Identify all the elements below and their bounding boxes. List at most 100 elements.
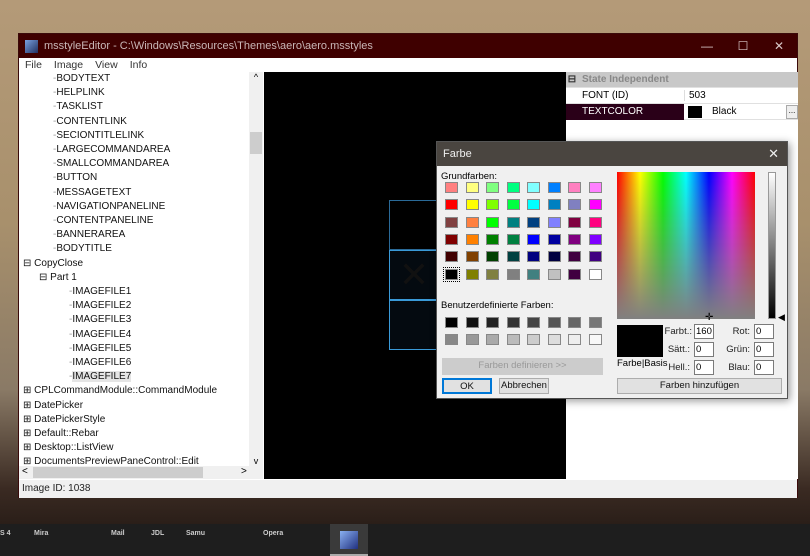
- basic-color-swatch[interactable]: [486, 182, 499, 193]
- basic-color-swatch[interactable]: [486, 199, 499, 211]
- tree-item[interactable]: -LARGECOMMANDAREA: [53, 143, 170, 157]
- taskbar-item[interactable]: Mira: [34, 530, 48, 537]
- basic-color-swatch[interactable]: [527, 251, 540, 263]
- green-field[interactable]: 0: [754, 342, 774, 357]
- tree-item[interactable]: -CONTENTPANELINE: [53, 214, 153, 228]
- basic-color-swatch[interactable]: [568, 233, 581, 245]
- scroll-up-icon[interactable]: ^: [249, 72, 263, 82]
- basic-color-swatch[interactable]: [486, 251, 499, 263]
- custom-color-swatch[interactable]: [547, 317, 561, 328]
- tree-item[interactable]: ⊞ DatePicker: [23, 399, 83, 413]
- basic-color-swatch[interactable]: [506, 199, 520, 211]
- tree-item[interactable]: ⊞ Default::Rebar: [23, 427, 99, 441]
- basic-color-swatch[interactable]: [506, 251, 520, 263]
- taskbar-item[interactable]: Opera: [263, 530, 283, 537]
- basic-color-swatch[interactable]: [568, 268, 581, 280]
- basic-color-swatch[interactable]: [527, 182, 540, 193]
- scroll-left-icon[interactable]: <: [22, 466, 28, 477]
- taskbar-msstyleeditor[interactable]: [330, 524, 368, 556]
- tree-item[interactable]: -NAVIGATIONPANELINE: [53, 200, 165, 214]
- expand-icon[interactable]: ⊟: [39, 272, 50, 283]
- basic-color-swatch[interactable]: [465, 216, 479, 228]
- tree-item[interactable]: -IMAGEFILE2: [69, 299, 131, 313]
- basic-color-swatch[interactable]: [445, 233, 458, 245]
- tree-item[interactable]: ⊞ CPLCommandModule::CommandModule: [23, 384, 217, 398]
- basic-color-swatch[interactable]: [547, 199, 561, 211]
- basic-color-swatch[interactable]: [445, 251, 458, 263]
- custom-color-swatch[interactable]: [588, 334, 602, 346]
- basic-color-swatch[interactable]: [588, 199, 602, 211]
- basic-color-swatch[interactable]: [568, 251, 581, 263]
- expand-icon[interactable]: ⊞: [23, 400, 34, 411]
- basic-color-swatch[interactable]: [568, 216, 581, 228]
- scroll-down-icon[interactable]: v: [249, 456, 263, 466]
- custom-color-swatch[interactable]: [527, 317, 540, 328]
- collapse-icon[interactable]: ⊟: [566, 74, 578, 85]
- tree-item[interactable]: -IMAGEFILE1: [69, 285, 131, 299]
- color-spectrum[interactable]: ✛: [617, 172, 755, 323]
- basic-color-swatch[interactable]: [465, 251, 479, 263]
- custom-color-swatch[interactable]: [486, 334, 499, 346]
- sat-field[interactable]: 0: [694, 342, 714, 357]
- basic-color-swatch[interactable]: [588, 268, 602, 280]
- basic-color-swatch[interactable]: [445, 182, 458, 193]
- basic-color-swatch[interactable]: [547, 251, 561, 263]
- custom-color-swatch[interactable]: [547, 334, 561, 346]
- expand-icon[interactable]: ⊞: [23, 442, 34, 453]
- basic-color-swatch[interactable]: [527, 216, 540, 228]
- basic-color-swatch[interactable]: [445, 199, 458, 211]
- taskbar-item[interactable]: S 4: [0, 530, 11, 537]
- hue-field[interactable]: 160: [694, 324, 714, 339]
- scroll-right-icon[interactable]: >: [241, 466, 247, 477]
- basic-color-swatch[interactable]: [465, 268, 479, 280]
- class-tree[interactable]: -BODYTEXT -HELPLINK -TASKLIST -CONTENTLINK -…: [19, 72, 263, 466]
- tree-item[interactable]: -TASKLIST: [53, 100, 103, 114]
- basic-color-swatch[interactable]: [588, 216, 602, 228]
- ok-button[interactable]: OK: [442, 378, 492, 394]
- tree-item[interactable]: -CONTENTLINK: [53, 115, 127, 129]
- custom-color-swatch[interactable]: [445, 334, 458, 346]
- tree-item[interactable]: -IMAGEFILE6: [69, 356, 131, 370]
- custom-color-swatch[interactable]: [568, 317, 581, 328]
- tree-item[interactable]: -MESSAGETEXT: [53, 186, 131, 200]
- basic-color-swatch[interactable]: [465, 182, 479, 193]
- blue-field[interactable]: 0: [754, 360, 774, 375]
- basic-color-swatch[interactable]: [547, 268, 561, 280]
- maximize-button[interactable]: ☐: [725, 39, 761, 53]
- add-colors-button[interactable]: Farben hinzufügen: [617, 378, 782, 394]
- custom-color-swatch[interactable]: [445, 317, 458, 328]
- luminance-arrow-icon[interactable]: ◀: [778, 312, 785, 323]
- hscroll-thumb[interactable]: [33, 467, 203, 478]
- basic-color-swatch[interactable]: [547, 216, 561, 228]
- custom-color-swatch[interactable]: [568, 334, 581, 346]
- tree-item[interactable]: -SMALLCOMMANDAREA: [53, 157, 169, 171]
- expand-icon[interactable]: ⊞: [23, 385, 34, 396]
- tree-item[interactable]: -BANNERAREA: [53, 228, 125, 242]
- basic-color-swatch[interactable]: [568, 199, 581, 211]
- basic-color-swatch[interactable]: [506, 182, 520, 193]
- tree-item[interactable]: -IMAGEFILE5: [69, 342, 131, 356]
- menu-image[interactable]: Image: [54, 58, 83, 72]
- define-colors-button[interactable]: Farben definieren >>: [442, 358, 603, 375]
- taskbar-item[interactable]: JDL: [151, 530, 164, 537]
- custom-color-swatch[interactable]: [527, 334, 540, 346]
- dialog-close-button[interactable]: ✕: [768, 142, 779, 166]
- basic-color-swatch[interactable]: [445, 216, 458, 228]
- taskbar-item[interactable]: Samu: [186, 530, 205, 537]
- custom-color-swatch[interactable]: [465, 317, 479, 328]
- tree-vertical-scrollbar[interactable]: ^ v: [249, 72, 263, 466]
- color-picker-button[interactable]: ...: [786, 104, 798, 119]
- red-field[interactable]: 0: [754, 324, 774, 339]
- property-row-textcolor[interactable]: TEXTCOLOR Black...: [566, 103, 798, 120]
- basic-color-swatch[interactable]: [547, 233, 561, 245]
- taskbar-item[interactable]: Mail: [111, 530, 125, 537]
- basic-color-swatch[interactable]: [527, 233, 540, 245]
- basic-color-swatch[interactable]: [527, 268, 540, 280]
- tree-item[interactable]: -BUTTON: [53, 171, 97, 185]
- property-group[interactable]: ⊟ State Independent: [566, 72, 798, 88]
- tree-item[interactable]: -HELPLINK: [53, 86, 105, 100]
- basic-color-swatch[interactable]: [588, 251, 602, 263]
- tree-item[interactable]: -IMAGEFILE7: [69, 370, 132, 384]
- cancel-button[interactable]: Abbrechen: [499, 378, 549, 394]
- basic-color-swatch[interactable]: [588, 233, 602, 245]
